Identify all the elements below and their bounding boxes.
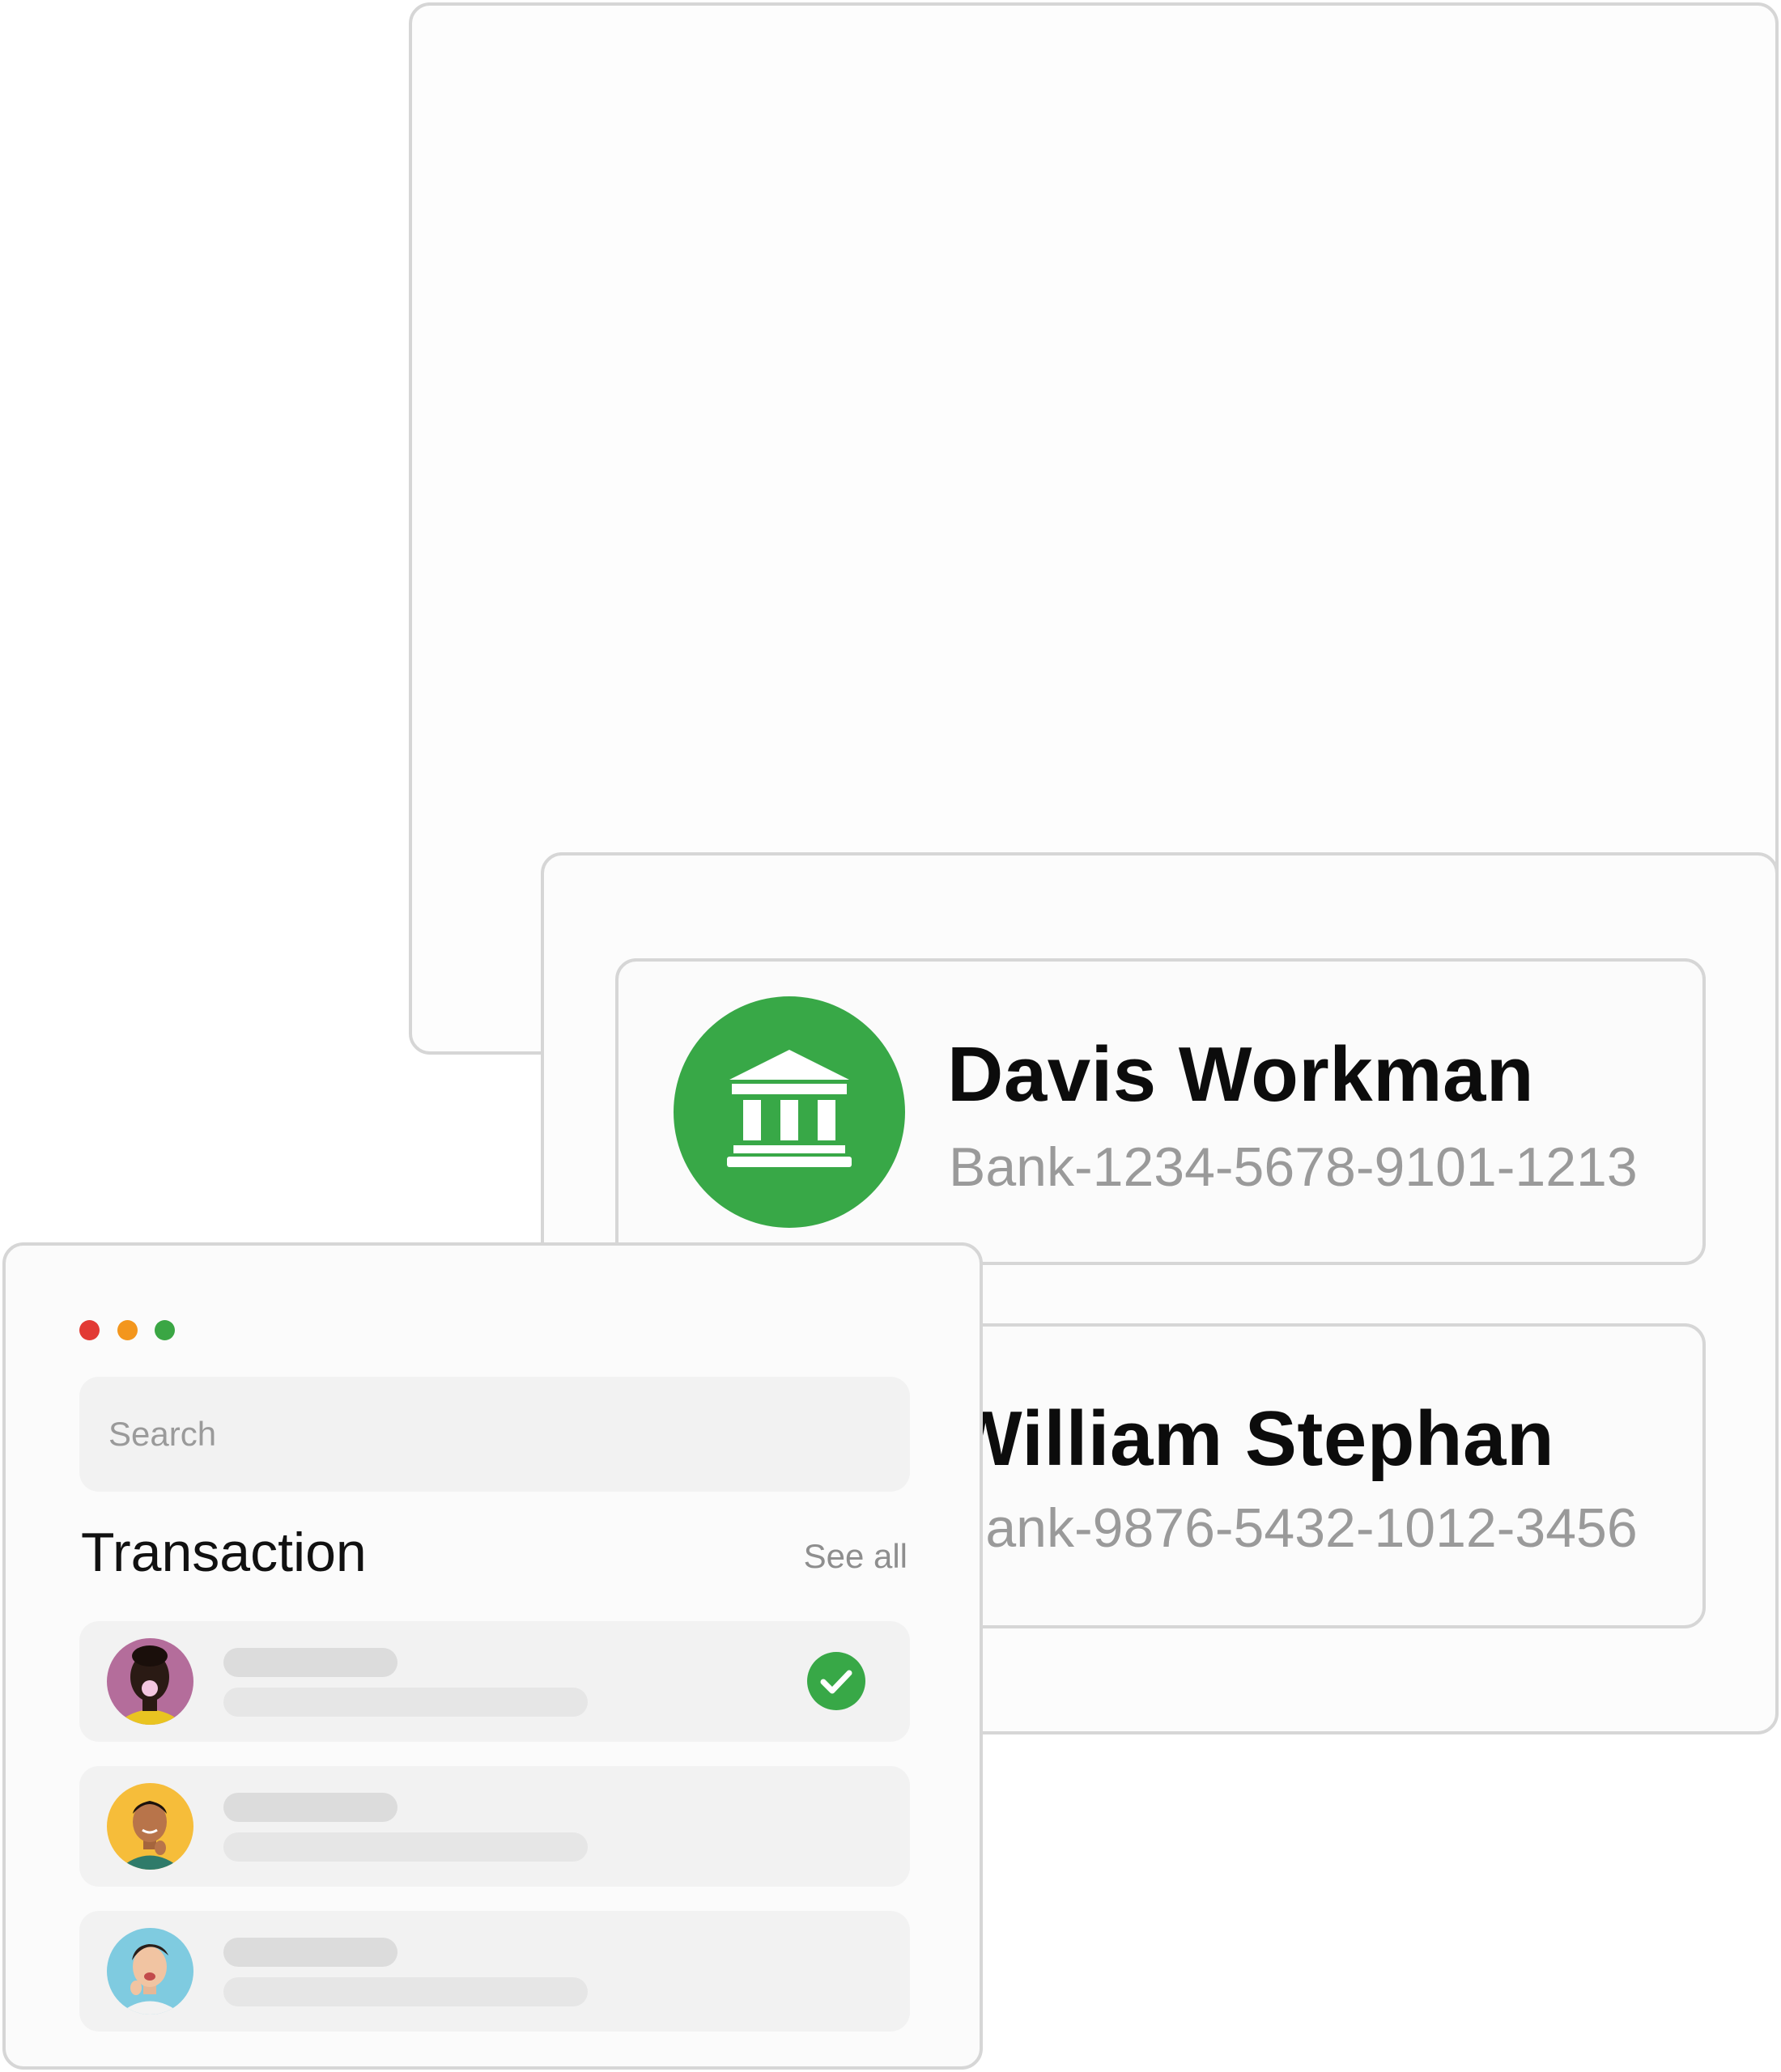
detail-placeholder [223, 1977, 588, 2006]
account-holder-name: Davis Workman [947, 1031, 1534, 1118]
search-box[interactable] [79, 1377, 910, 1492]
name-placeholder [223, 1648, 397, 1677]
account-holder-name: William Stephan [949, 1395, 1555, 1482]
search-input[interactable] [79, 1377, 910, 1492]
transactions-window: Transaction See all [2, 1242, 983, 2070]
section-title: Transaction [81, 1522, 367, 1583]
see-all-link[interactable]: See all [804, 1537, 908, 1576]
avatar [107, 1928, 193, 2015]
transaction-row[interactable] [79, 1911, 910, 2032]
detail-placeholder [223, 1688, 588, 1717]
account-card[interactable]: Davis Workman Bank-1234-5678-9101-1213 [615, 958, 1706, 1265]
name-placeholder [223, 1938, 397, 1967]
name-placeholder [223, 1793, 397, 1822]
transaction-row[interactable] [79, 1621, 910, 1742]
avatar [107, 1783, 193, 1870]
check-circle-icon [807, 1652, 865, 1710]
detail-placeholder [223, 1832, 588, 1862]
account-number: Bank-9876-5432-1012-3456 [949, 1497, 1638, 1559]
bank-icon [674, 996, 905, 1228]
account-number: Bank-1234-5678-9101-1213 [949, 1136, 1638, 1198]
transaction-row[interactable] [79, 1766, 910, 1887]
minimize-dot[interactable] [117, 1320, 138, 1340]
maximize-dot[interactable] [155, 1320, 175, 1340]
avatar [107, 1638, 193, 1725]
close-dot[interactable] [79, 1320, 100, 1340]
